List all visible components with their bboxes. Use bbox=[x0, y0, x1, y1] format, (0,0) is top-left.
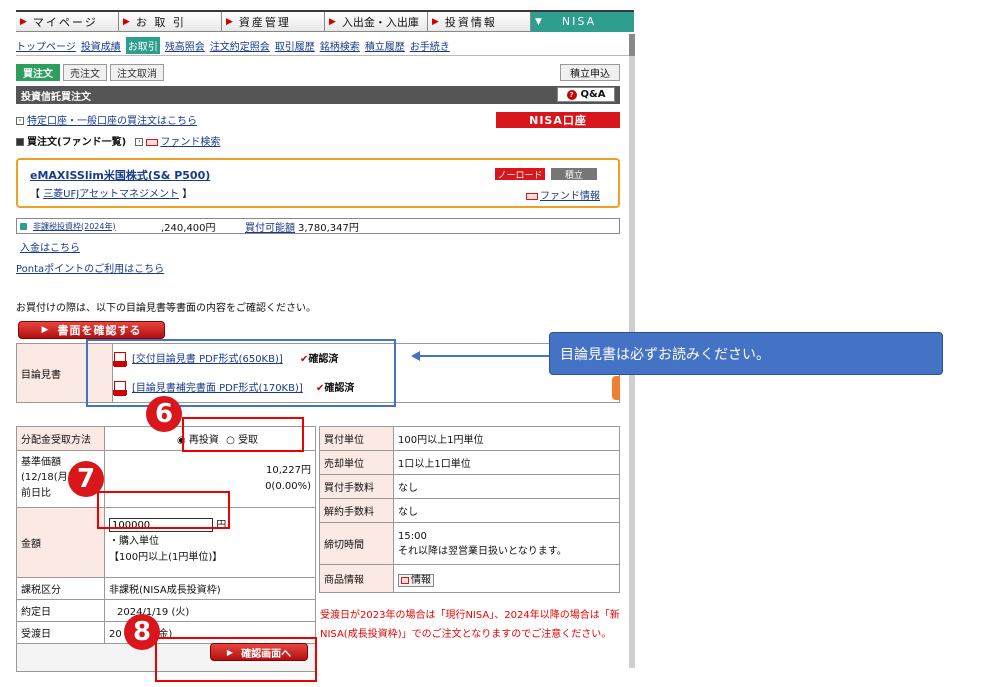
arrow-icon: ▶ bbox=[226, 16, 233, 27]
order-form: 分配金受取方法 ◉ 再投資 ○ 受取 基準価額(12/18(月)現在) 前日比 1… bbox=[16, 426, 316, 672]
nav-mypage[interactable]: ▶ マイページ bbox=[16, 12, 119, 32]
tokutei-link[interactable]: 特定口座・一般口座の買注文はこちら bbox=[27, 116, 197, 127]
order-tabs: 買注文 売注文 注文取消 bbox=[16, 64, 167, 81]
subnav-search[interactable]: 銘柄検索 bbox=[320, 38, 360, 53]
dividend-label: 分配金受取方法 bbox=[16, 426, 105, 451]
sub-nav: トップページ 投資成績 お取引 残高照会 注文約定照会 取引履歴 銘柄検索 積立… bbox=[16, 36, 634, 56]
nav-assets[interactable]: ▶ 資産管理 bbox=[222, 12, 325, 32]
tsumitate-badge: 積立 bbox=[551, 168, 597, 181]
step-badge-7: 7 bbox=[68, 461, 104, 497]
tab-sell[interactable]: 売注文 bbox=[63, 64, 107, 81]
subnav-history[interactable]: 取引履歴 bbox=[275, 38, 315, 53]
qa-button[interactable]: ? Q&A bbox=[557, 87, 615, 102]
product-info-button[interactable]: 情報 bbox=[398, 574, 434, 587]
scrollbar-thumb[interactable] bbox=[629, 34, 635, 56]
status-dot-icon bbox=[20, 222, 27, 230]
arrow-icon: ▶ bbox=[41, 325, 50, 335]
available-label[interactable]: 買付可能額 bbox=[245, 219, 295, 234]
confirm-docs-button[interactable]: ▶ 書面を確認する bbox=[18, 321, 165, 339]
fund-list-row: 買注文(ファンド一覧) › ファンド検索 bbox=[16, 133, 220, 148]
balance-row: 非課税投資枠(2024年) ,240,400円 買付可能額 3,780,347円 bbox=[16, 218, 620, 234]
arrow-box-icon: › bbox=[16, 117, 24, 125]
callout-arrow bbox=[418, 355, 550, 357]
nisa-account-label: NISA口座 bbox=[496, 112, 620, 128]
fund-name[interactable]: eMAXISSlim米国株式(S& P500) bbox=[30, 167, 210, 183]
callout-note: 目論見書は必ずお読みください。 bbox=[549, 332, 943, 375]
nav-trade[interactable]: ▶ お 取 引 bbox=[119, 12, 222, 32]
fund-company-row: 【 三菱UFJアセットマネジメント 】 bbox=[30, 189, 193, 200]
link-icon bbox=[401, 576, 409, 584]
fund-info-table: 買付単位 100円以上1円単位 売却単位 1口以上1口単位 買付手数料 なし 解約手数… bbox=[319, 426, 620, 593]
settle-date-label: 受渡日 bbox=[16, 621, 105, 644]
sell-unit-label: 売却単位 bbox=[319, 450, 394, 475]
cutoff-cell: 15:00 それ以降は翌営業日扱いとなります。 bbox=[393, 522, 620, 565]
cancel-fee: なし bbox=[393, 498, 620, 523]
arrow-icon: ▶ bbox=[329, 16, 336, 27]
subnav-trade[interactable]: お取引 bbox=[125, 37, 160, 54]
buy-unit-label: 買付単位 bbox=[319, 426, 394, 451]
fund-info-row: ファンド情報 bbox=[526, 187, 600, 202]
nisa-notice: 受渡日が2023年の場合は「現行NISA」、2024年以降の場合は「新NISA(… bbox=[320, 610, 620, 640]
page-title: 投資信託買注文 bbox=[16, 86, 620, 104]
step7-highlight bbox=[97, 491, 230, 529]
arrow-icon: ▶ bbox=[20, 16, 27, 27]
cancel-fee-label: 解約手数料 bbox=[319, 498, 394, 523]
link-icon bbox=[146, 138, 159, 146]
tax-exempt-label[interactable]: 非課税投資枠(2024年) bbox=[33, 221, 151, 232]
step8-highlight bbox=[155, 637, 317, 682]
tax-label: 課税区分 bbox=[16, 577, 105, 600]
subnav-procedures[interactable]: お手続き bbox=[410, 38, 450, 53]
ponta-link[interactable]: Pontaポイントのご利用はこちら bbox=[16, 260, 164, 275]
fund-company[interactable]: 三菱UFJアセットマネジメント bbox=[43, 189, 179, 200]
arrow-icon: ▶ bbox=[123, 16, 130, 27]
subnav-top[interactable]: トップページ bbox=[16, 38, 76, 53]
available-amount: 3,780,347円 bbox=[298, 222, 359, 234]
deposit-link[interactable]: 入金はこちら bbox=[20, 239, 80, 254]
fund-list-heading: 買注文(ファンド一覧) bbox=[27, 137, 127, 148]
link-icon bbox=[526, 192, 538, 200]
product-info-cell: 情報 bbox=[393, 564, 620, 593]
step6-highlight bbox=[182, 417, 304, 452]
subnav-orders[interactable]: 注文約定照会 bbox=[210, 38, 270, 53]
callout-arrowhead bbox=[411, 351, 420, 361]
buy-fee-label: 買付手数料 bbox=[319, 474, 394, 499]
global-nav: ▶ マイページ ▶ お 取 引 ▶ 資産管理 ▶ 入出金・入出庫 ▶ 投資情報 ▼ NISA bbox=[16, 10, 634, 32]
arrow-icon: ▶ bbox=[432, 16, 439, 27]
fund-search-link[interactable]: ファンド検索 bbox=[160, 137, 220, 148]
product-info-label: 商品情報 bbox=[319, 564, 394, 593]
nav-nisa[interactable]: ▼ NISA bbox=[531, 12, 634, 32]
subnav-results[interactable]: 投資成績 bbox=[81, 38, 121, 53]
tsumitate-apply-button[interactable]: 積立申込 bbox=[560, 64, 620, 81]
buy-fee: なし bbox=[393, 474, 620, 499]
tax-value: 非課税(NISA成長投資枠) bbox=[104, 577, 316, 600]
trade-date-label: 約定日 bbox=[16, 599, 105, 622]
fund-info-link[interactable]: ファンド情報 bbox=[540, 191, 600, 202]
tax-exempt-amount: ,240,400円 bbox=[161, 222, 216, 234]
arrow-box-icon: › bbox=[135, 138, 144, 146]
step-badge-6: 6 bbox=[146, 396, 182, 432]
step-badge-8: 8 bbox=[124, 614, 160, 650]
tab-buy[interactable]: 買注文 bbox=[16, 64, 60, 81]
tokutei-link-row: › 特定口座・一般口座の買注文はこちら bbox=[16, 112, 197, 127]
question-icon: ? bbox=[566, 89, 577, 100]
square-bullet-icon bbox=[16, 138, 24, 146]
noload-badge: ノーロード bbox=[495, 168, 545, 181]
prospectus-notice: お買付けの際は、以下の目論見書等書面の内容をご確認ください。 bbox=[16, 303, 316, 314]
nav-deposit[interactable]: ▶ 入出金・入出庫 bbox=[325, 12, 428, 32]
subnav-tsumitate[interactable]: 積立履歴 bbox=[365, 38, 405, 53]
buy-unit: 100円以上1円単位 bbox=[393, 426, 620, 451]
nav-info[interactable]: ▶ 投資情報 bbox=[428, 12, 531, 32]
cutoff-label: 締切時間 bbox=[319, 522, 394, 565]
fund-box: eMAXISSlim米国株式(S& P500) 【 三菱UFJアセットマネジメン… bbox=[16, 158, 620, 208]
tab-cancel[interactable]: 注文取消 bbox=[110, 64, 164, 81]
edge-tab bbox=[612, 376, 620, 400]
subnav-balance[interactable]: 残高照会 bbox=[165, 38, 205, 53]
highlight-box bbox=[86, 339, 396, 407]
amount-label: 金額 bbox=[16, 507, 105, 578]
sell-unit: 1口以上1口単位 bbox=[393, 450, 620, 475]
chevron-down-icon: ▼ bbox=[535, 16, 542, 27]
